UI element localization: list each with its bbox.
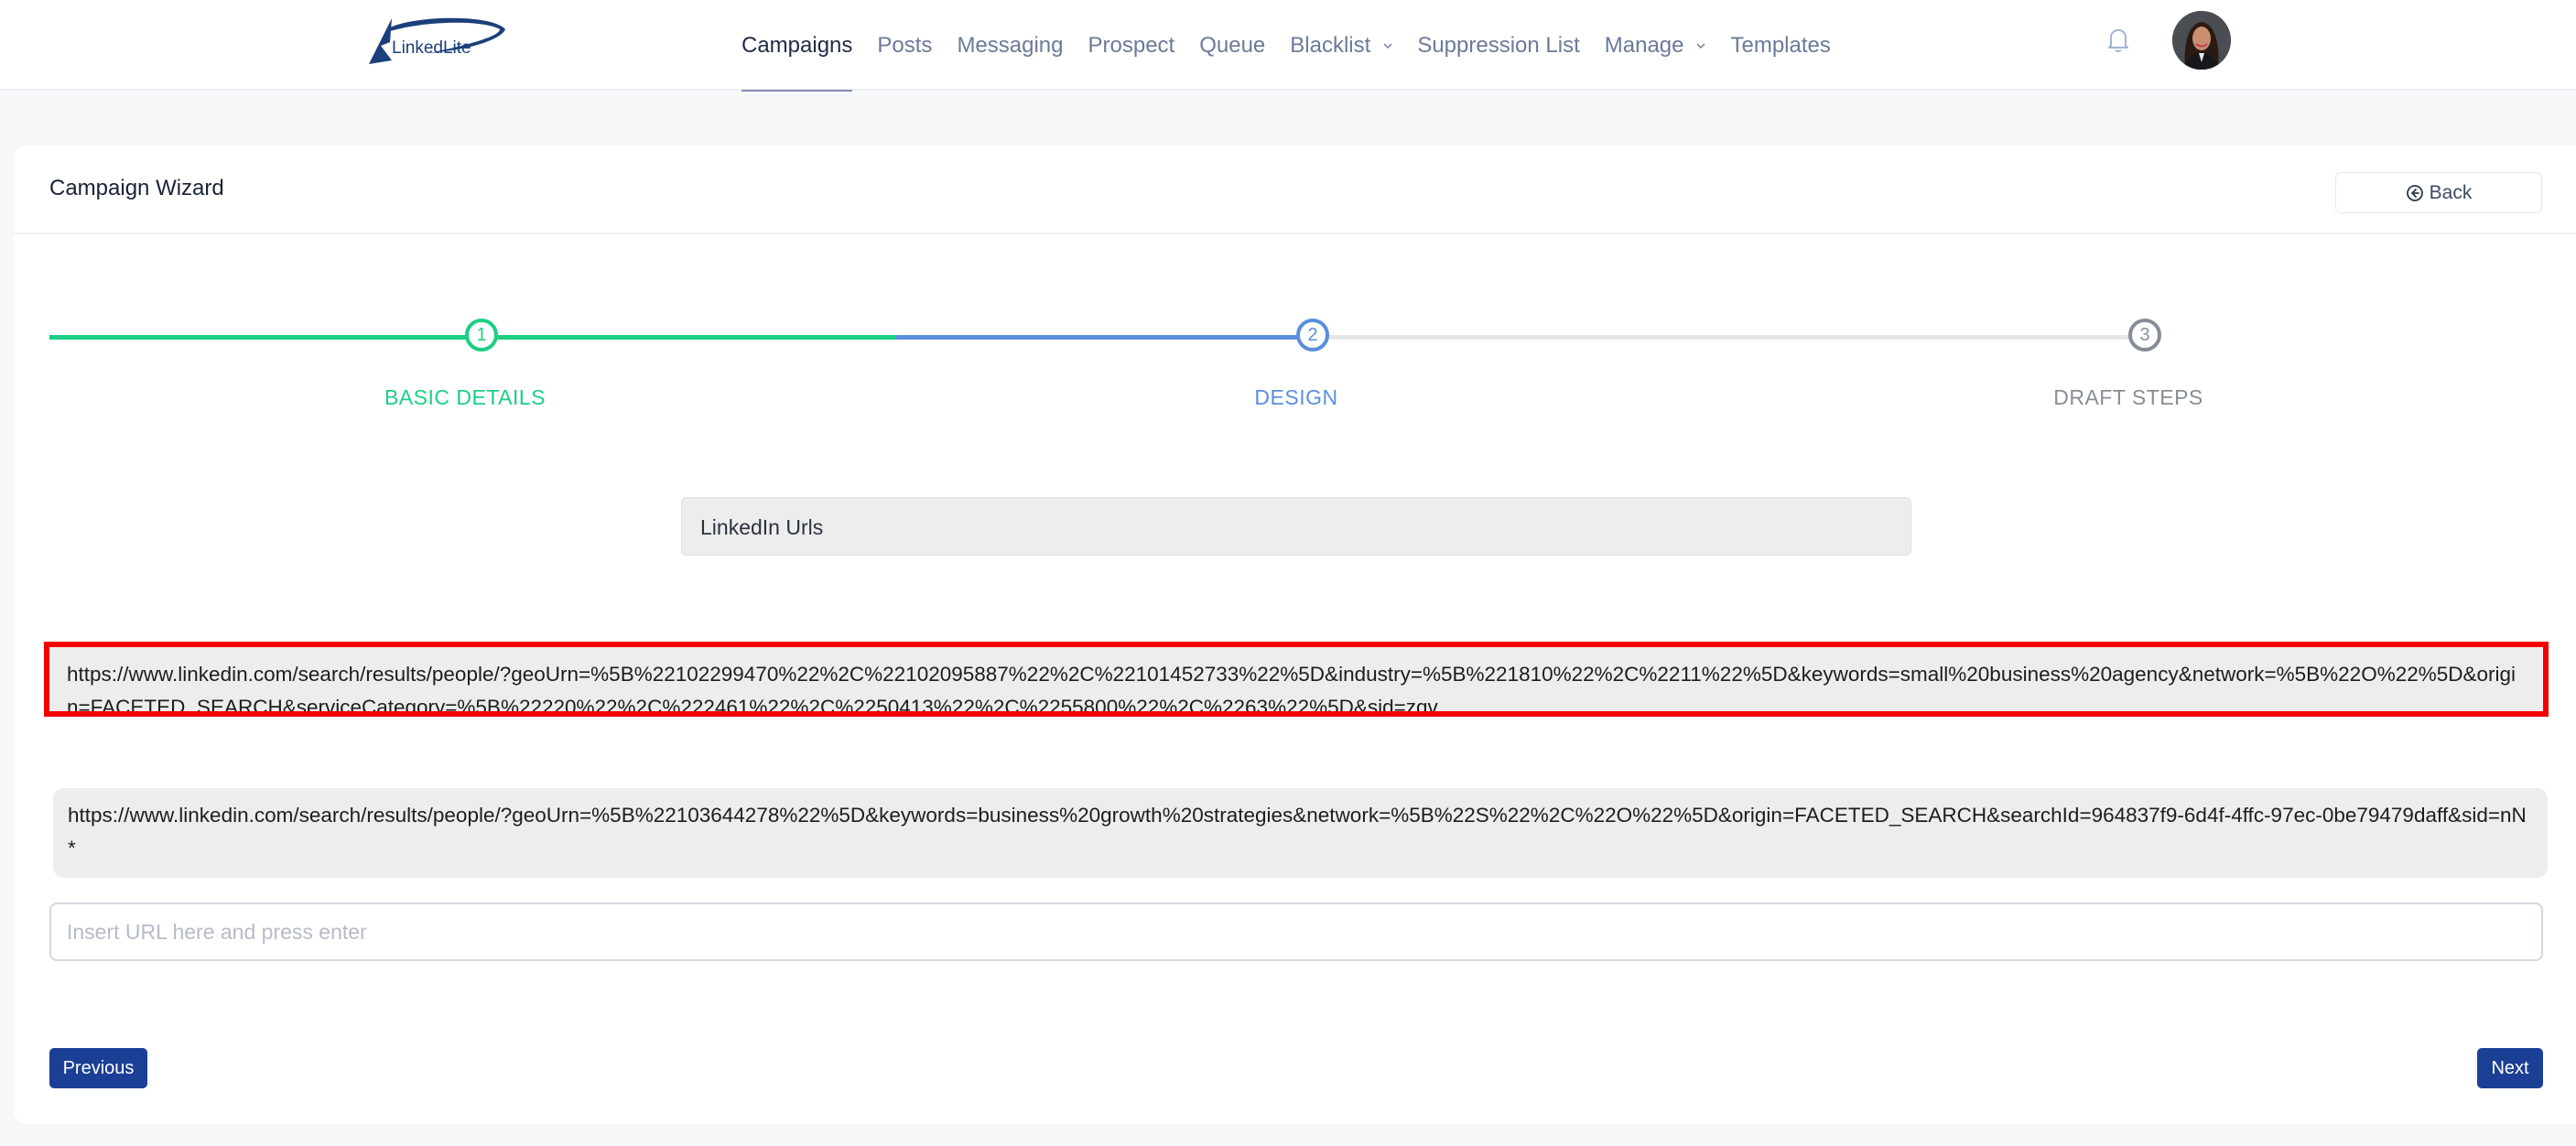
back-button[interactable]: Back bbox=[2335, 172, 2542, 213]
avatar-image bbox=[2172, 11, 2231, 70]
nav-templates[interactable]: Templates bbox=[1730, 0, 1830, 91]
nav-blacklist-dropdown[interactable]: Blacklist bbox=[1290, 0, 1392, 91]
url-text: https://www.linkedin.com/search/results/… bbox=[68, 804, 2527, 860]
nav-label: Manage bbox=[1604, 32, 1684, 58]
step-number: 3 bbox=[2139, 324, 2150, 345]
step-1-circle[interactable]: 1 bbox=[465, 319, 498, 351]
url-input[interactable] bbox=[49, 903, 2543, 961]
nav-campaigns[interactable]: Campaigns bbox=[741, 0, 853, 92]
top-navbar: LinkedLite Campaigns Posts Messaging Pro… bbox=[0, 0, 2576, 92]
step-2-label[interactable]: DESIGN bbox=[1159, 385, 1434, 410]
url-item[interactable]: https://www.linkedin.com/search/results/… bbox=[53, 788, 2548, 878]
previous-button[interactable]: Previous bbox=[49, 1048, 147, 1088]
logo-text: LinkedLite bbox=[392, 38, 471, 58]
step-line-pending bbox=[1326, 335, 2159, 340]
back-label: Back bbox=[2429, 181, 2473, 203]
card-header: Campaign Wizard Back bbox=[14, 145, 2576, 234]
main-nav: Campaigns Posts Messaging Prospect Queue… bbox=[741, 0, 1856, 92]
nav-prospect[interactable]: Prospect bbox=[1088, 0, 1175, 91]
step-line-current bbox=[896, 335, 1326, 340]
nav-label: Queue bbox=[1199, 32, 1266, 58]
nav-messaging[interactable]: Messaging bbox=[957, 0, 1063, 91]
campaign-wizard-card: Campaign Wizard Back 1 2 3 BASIC DETAILS… bbox=[14, 145, 2576, 1124]
nav-label: Suppression List bbox=[1417, 32, 1580, 58]
nav-queue[interactable]: Queue bbox=[1199, 0, 1265, 91]
arrow-left-circle-icon bbox=[2406, 184, 2423, 201]
step-3-label[interactable]: DRAFT STEPS bbox=[1991, 385, 2266, 410]
user-avatar[interactable] bbox=[2172, 11, 2231, 70]
step-number: 1 bbox=[476, 324, 487, 345]
nav-label: Messaging bbox=[957, 32, 1064, 58]
chevron-down-icon bbox=[1383, 43, 1392, 49]
nav-manage-dropdown[interactable]: Manage bbox=[1605, 0, 1706, 91]
page-title: Campaign Wizard bbox=[49, 176, 224, 200]
url-item-highlighted[interactable]: https://www.linkedin.com/search/results/… bbox=[44, 642, 2549, 717]
logo-mark-icon: LinkedLite bbox=[369, 17, 505, 64]
bell-icon bbox=[2108, 29, 2128, 52]
url-text: https://www.linkedin.com/search/results/… bbox=[49, 647, 2543, 711]
notifications-button[interactable] bbox=[2105, 26, 2132, 55]
step-2-circle[interactable]: 2 bbox=[1296, 319, 1329, 351]
nav-label: Templates bbox=[1730, 32, 1831, 58]
nav-label: Posts bbox=[877, 32, 933, 58]
nav-label: Campaigns bbox=[741, 32, 853, 58]
linkedlite-logo[interactable]: LinkedLite bbox=[364, 13, 511, 68]
step-3-circle[interactable]: 3 bbox=[2128, 319, 2161, 351]
nav-suppression-list[interactable]: Suppression List bbox=[1417, 0, 1579, 91]
next-button[interactable]: Next bbox=[2477, 1048, 2543, 1088]
step-number: 2 bbox=[1307, 324, 1318, 345]
chevron-down-icon bbox=[1696, 43, 1705, 49]
linkedin-urls-label: LinkedIn Urls bbox=[681, 497, 1911, 556]
nav-posts[interactable]: Posts bbox=[877, 0, 932, 91]
nav-label: Blacklist bbox=[1290, 32, 1371, 58]
nav-label: Prospect bbox=[1088, 32, 1175, 58]
step-1-label[interactable]: BASIC DETAILS bbox=[328, 385, 602, 410]
